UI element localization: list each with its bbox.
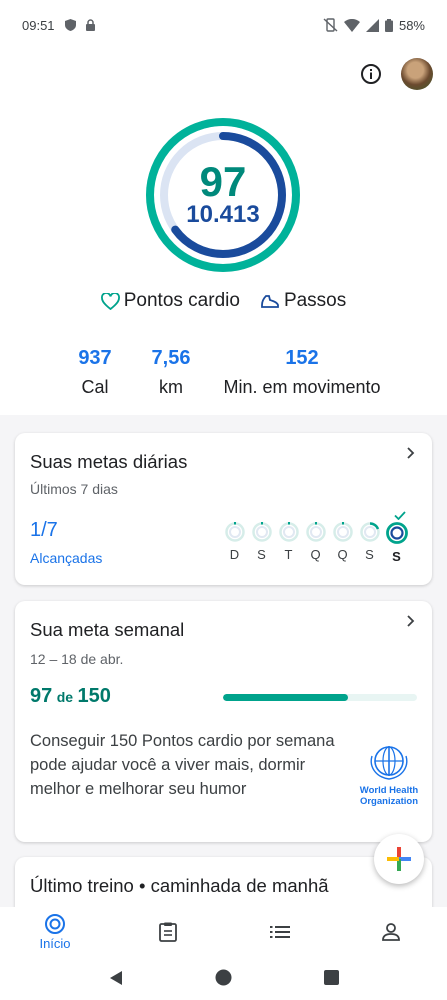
cards-feed[interactable]: Suas metas diárias Últimos 7 dias 1/7 Al…	[0, 415, 447, 907]
weekly-goal-value: 97 de 150	[30, 685, 111, 708]
stat-label: km	[159, 377, 183, 397]
legend-cardio-label: Pontos cardio	[123, 290, 240, 311]
day-ring: D	[223, 521, 246, 564]
weekly-goal-card[interactable]: Sua meta semanal 12 – 18 de abr. 97 de 1…	[15, 601, 432, 842]
shield-icon	[64, 19, 76, 31]
day-letter: D	[229, 547, 240, 562]
day-progress-ring	[305, 522, 326, 542]
weekly-of: de	[56, 689, 74, 705]
stats-row: 937 Cal 7,56 km 152 Min. em movimento	[0, 344, 447, 404]
ring-values: 97 10.413	[144, 116, 302, 274]
summary-rings[interactable]: 97 10.413	[144, 116, 302, 274]
day-progress-ring	[332, 522, 353, 542]
day-letter: S	[257, 547, 266, 562]
list-icon	[270, 926, 290, 938]
daily-goals-achieved: Alcançadas	[30, 550, 103, 566]
who-logo-line2: Organization	[359, 796, 419, 807]
info-icon	[361, 64, 381, 84]
weekly-goal-title: Sua meta semanal	[30, 619, 185, 640]
nav-journal[interactable]	[144, 907, 192, 957]
battery-percent: 58%	[398, 17, 425, 33]
heart-icon	[100, 292, 120, 310]
top-actions	[359, 58, 433, 90]
daily-goals-card[interactable]: Suas metas diárias Últimos 7 dias 1/7 Al…	[15, 433, 432, 585]
stat-value: 152	[285, 347, 319, 369]
system-navigation	[0, 957, 447, 1000]
shoe-icon	[261, 295, 279, 308]
nav-home[interactable]: Início	[30, 907, 80, 957]
day-letter: T	[284, 547, 293, 562]
person-icon	[382, 923, 400, 941]
who-logo: World Health Organization	[358, 744, 420, 807]
day-progress-ring	[224, 522, 245, 542]
stat-value: 7,56	[151, 347, 191, 369]
home-button-icon[interactable]	[215, 969, 232, 986]
vibrate-off-icon	[323, 18, 338, 32]
day-progress-ring	[385, 522, 408, 544]
weekly-goal-description: Conseguir 150 Pontos cardio por semana p…	[30, 732, 335, 798]
check-icon	[394, 511, 406, 520]
daily-goals-title: Suas metas diárias	[30, 451, 188, 472]
last-workout-card[interactable]: Último treino • caminhada de manhã	[15, 857, 432, 907]
bottom-navigation: Início	[0, 907, 447, 957]
weekly-target: 150	[77, 685, 111, 707]
steps-value: 10.413	[186, 201, 260, 228]
day-ring: S	[250, 521, 273, 564]
stat-move-minutes: 152 Min. em movimento	[216, 344, 388, 402]
status-bar: 09:51 58%	[0, 0, 447, 50]
stat-label: Cal	[81, 377, 109, 397]
battery-icon	[384, 18, 393, 32]
legend-steps-label: Passos	[283, 290, 347, 311]
info-button[interactable]	[359, 62, 383, 86]
plus-icon	[387, 847, 411, 871]
recents-icon[interactable]	[324, 970, 339, 985]
stat-label: Min. em movimento	[223, 377, 381, 397]
day-ring: Q	[304, 521, 327, 564]
home-ring-icon	[45, 914, 65, 934]
weekly-current: 97	[30, 685, 53, 707]
day-letter: Q	[310, 547, 321, 562]
wifi-icon	[343, 18, 360, 32]
nav-home-label: Início	[39, 936, 71, 951]
cardio-points-value: 97	[199, 158, 247, 205]
legend-steps: Passos	[260, 290, 346, 312]
clipboard-icon	[159, 922, 177, 942]
day-ring: T	[277, 521, 300, 564]
who-logo-line1: World Health	[359, 785, 419, 796]
lock-icon	[85, 19, 95, 31]
day-progress-ring	[278, 522, 299, 542]
stat-value: 937	[78, 347, 112, 369]
daily-goals-fraction: 1/7	[30, 519, 58, 541]
daily-goals-subtitle: Últimos 7 dias	[30, 481, 118, 497]
day-ring: S	[358, 521, 381, 564]
back-icon[interactable]	[108, 970, 124, 986]
day-letter: S	[365, 547, 374, 562]
last-workout-title: Último treino • caminhada de manhã	[30, 875, 329, 896]
chevron-right-icon	[407, 615, 415, 627]
legend-cardio: Pontos cardio	[100, 290, 240, 312]
signal-icon	[365, 18, 379, 32]
day-progress-ring	[359, 522, 380, 542]
weekly-goal-dates: 12 – 18 de abr.	[30, 651, 124, 667]
weekly-progress-fill	[223, 694, 349, 701]
status-time: 09:51	[22, 17, 55, 33]
who-emblem-icon	[370, 746, 408, 780]
day-progress-ring	[251, 522, 272, 542]
day-letter: Q	[337, 547, 348, 562]
stat-calories: 937 Cal	[72, 344, 118, 402]
ring-legend: Pontos cardio Passos	[0, 290, 447, 312]
avatar[interactable]	[401, 58, 433, 90]
nav-browse[interactable]	[256, 907, 304, 957]
stat-distance: 7,56 km	[148, 344, 194, 402]
day-letter: S	[392, 549, 401, 564]
chevron-right-icon	[407, 447, 415, 459]
add-button[interactable]	[374, 834, 424, 884]
nav-profile[interactable]	[367, 907, 415, 957]
day-rings: D S T Q Q S S	[223, 521, 408, 564]
day-ring: Q	[331, 521, 354, 564]
weekly-progress-bar	[223, 694, 417, 701]
day-ring-today: S	[385, 521, 408, 564]
